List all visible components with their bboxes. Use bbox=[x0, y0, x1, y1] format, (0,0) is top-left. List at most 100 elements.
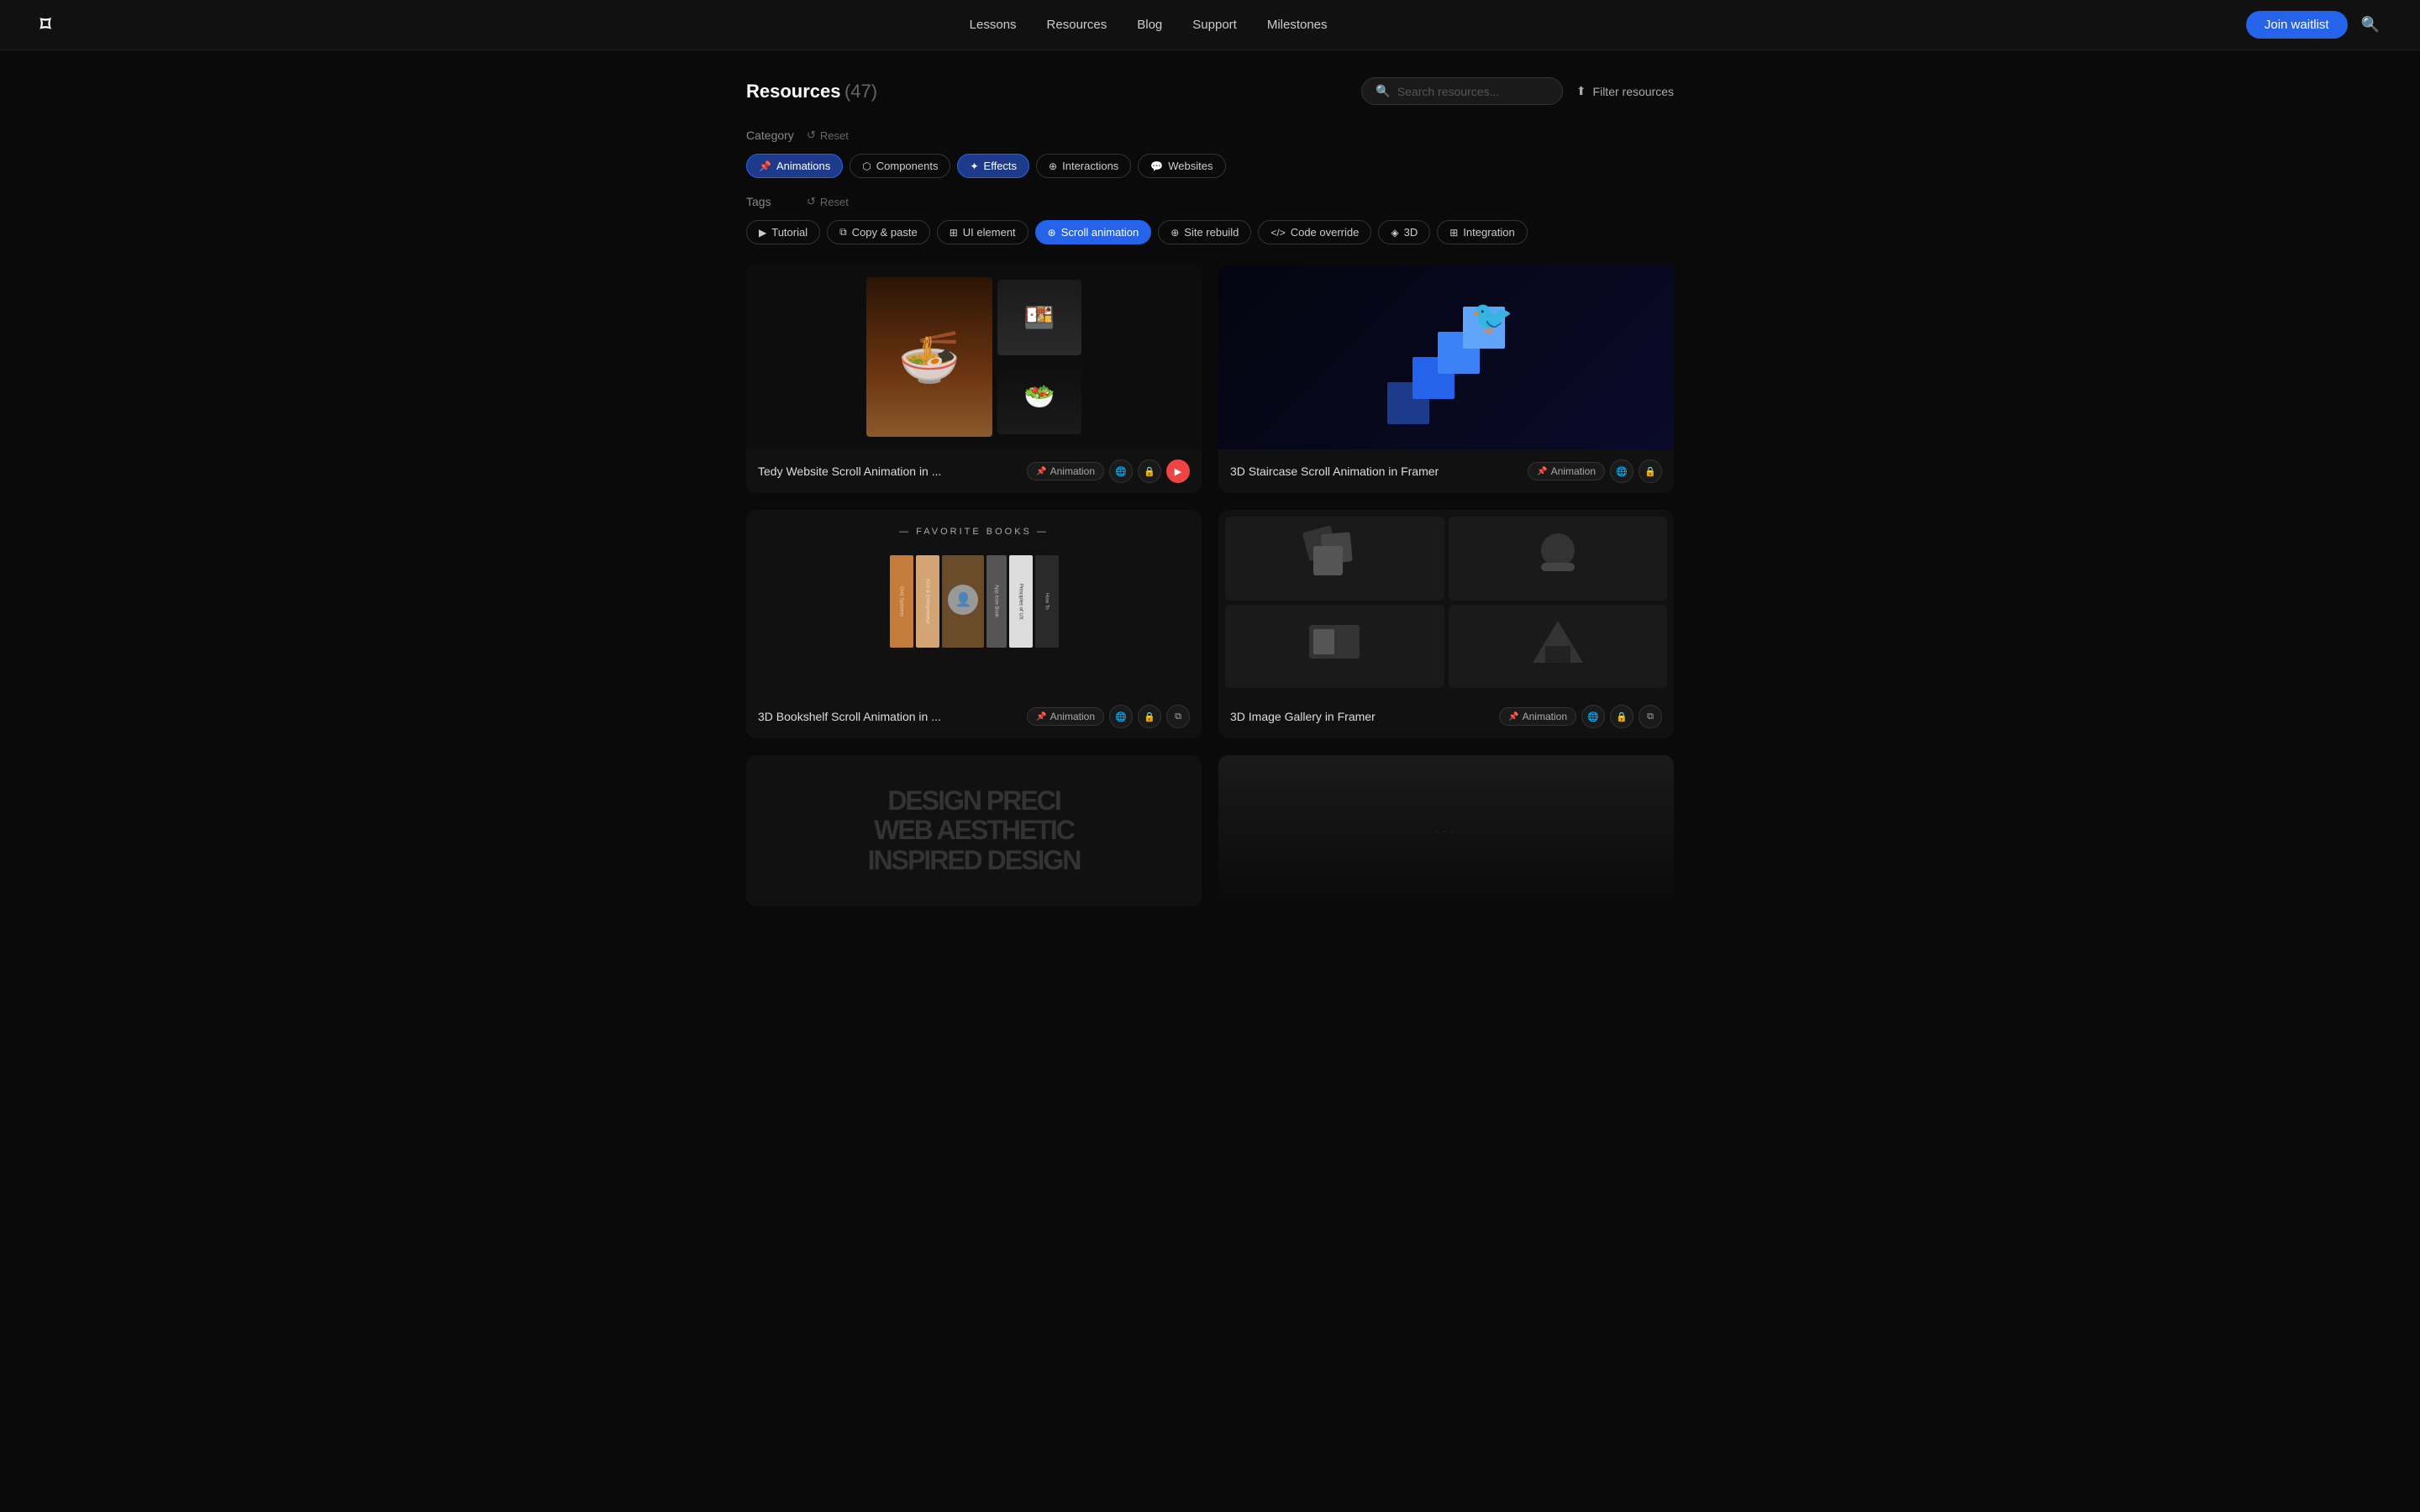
page-title: Resources (47) bbox=[746, 81, 877, 102]
header-row: Resources (47) 🔍 ⬆ Filter resources bbox=[746, 77, 1674, 105]
filter-icon: ⬆ bbox=[1576, 84, 1586, 98]
join-waitlist-button[interactable]: Join waitlist bbox=[2246, 11, 2348, 39]
nav-blog[interactable]: Blog bbox=[1137, 18, 1162, 32]
search-icon[interactable]: 🔍 bbox=[2361, 16, 2380, 34]
lock-button-staircase[interactable]: 🔒 bbox=[1639, 459, 1662, 483]
nav-right: Join waitlist 🔍 bbox=[2246, 11, 2380, 39]
badge-animation-tedy: 📌 Animation bbox=[1027, 462, 1104, 480]
reset-icon: ↺ bbox=[807, 129, 816, 142]
nav-resources[interactable]: Resources bbox=[1047, 18, 1107, 32]
card-thumb-tedy: 🍜 🍱 🥗 bbox=[746, 265, 1202, 449]
navbar: ⌑ Lessons Resources Blog Support Milesto… bbox=[0, 0, 2420, 50]
card-info-gallery: 3D Image Gallery in Framer 📌 Animation 🌐… bbox=[1218, 695, 1674, 738]
staircase-badge-icon: 📌 bbox=[1537, 467, 1547, 476]
card-badges-gallery: 📌 Animation 🌐 🔒 ⧉ bbox=[1499, 705, 1662, 728]
card-title-staircase: 3D Staircase Scroll Animation in Framer bbox=[1230, 465, 1439, 478]
chip-animations[interactable]: 📌 Animations bbox=[746, 154, 843, 178]
book-4: App Icon Book bbox=[986, 555, 1007, 648]
search-input[interactable] bbox=[1397, 85, 1549, 98]
card-thumb-design-text: DESIGN PRECIWEB AESTHETICINSPIRED DESIGN bbox=[746, 755, 1202, 906]
tutorial-icon: ▶ bbox=[759, 227, 766, 239]
resource-card-bookshelf[interactable]: — FAVORITE BOOKS — Grid Systems Kick & E… bbox=[746, 510, 1202, 738]
gallery-svg-2 bbox=[1524, 525, 1591, 592]
tedy-right-imgs: 🍱 🥗 bbox=[997, 280, 1081, 434]
search-box-icon: 🔍 bbox=[1376, 84, 1390, 98]
chip-3d[interactable]: ◈ 3D bbox=[1378, 220, 1430, 244]
copy-button-gallery[interactable]: ⧉ bbox=[1639, 705, 1662, 728]
nav-support[interactable]: Support bbox=[1192, 18, 1237, 32]
ui-element-icon: ⊞ bbox=[950, 227, 958, 239]
book-1: Grid Systems bbox=[890, 555, 913, 648]
scroll-animation-icon: ⊛ bbox=[1048, 227, 1056, 239]
resource-card-gallery[interactable]: 3D Image Gallery in Framer 📌 Animation 🌐… bbox=[1218, 510, 1674, 738]
card-thumb-bookshelf: — FAVORITE BOOKS — Grid Systems Kick & E… bbox=[746, 510, 1202, 695]
globe-button-bookshelf[interactable]: 🌐 bbox=[1109, 705, 1133, 728]
header-controls: 🔍 ⬆ Filter resources bbox=[1361, 77, 1674, 105]
lock-button-tedy[interactable]: 🔒 bbox=[1138, 459, 1161, 483]
resource-card-tedy[interactable]: 🍜 🍱 🥗 Tedy Website Scroll Animation in .… bbox=[746, 265, 1202, 493]
badge-animation-gallery: 📌 Animation bbox=[1499, 707, 1576, 726]
chip-scroll-animation[interactable]: ⊛ Scroll animation bbox=[1035, 220, 1152, 244]
card-thumb-dark-minimal: ··· bbox=[1218, 755, 1674, 906]
chip-tutorial[interactable]: ▶ Tutorial bbox=[746, 220, 820, 244]
books-row: Grid Systems Kick & Entrepreneur 👤 App I… bbox=[890, 547, 1059, 648]
gallery-item-3 bbox=[1225, 605, 1444, 689]
category-filter-row: Category ↺ Reset bbox=[746, 129, 1674, 142]
code-override-icon: </> bbox=[1270, 227, 1285, 239]
resource-card-design-text[interactable]: DESIGN PRECIWEB AESTHETICINSPIRED DESIGN bbox=[746, 755, 1202, 906]
resource-card-staircase[interactable]: 🐦 3D Staircase Scroll Animation in Frame… bbox=[1218, 265, 1674, 493]
tags-filter-row: Tags ↺ Reset bbox=[746, 195, 1674, 208]
chip-websites[interactable]: 💬 Websites bbox=[1138, 154, 1225, 178]
badge-animation-staircase: 📌 Animation bbox=[1528, 462, 1605, 480]
chip-interactions[interactable]: ⊕ Interactions bbox=[1036, 154, 1131, 178]
websites-chip-icon: 💬 bbox=[1150, 160, 1163, 172]
chip-copy-paste[interactable]: ⧉ Copy & paste bbox=[827, 220, 930, 244]
card-badges-bookshelf: 📌 Animation 🌐 🔒 ⧉ bbox=[1027, 705, 1190, 728]
category-label: Category bbox=[746, 129, 797, 142]
category-chips: 📌 Animations ⬡ Components ✦ Effects ⊕ In… bbox=[746, 154, 1674, 178]
copy-button-bookshelf[interactable]: ⧉ bbox=[1166, 705, 1190, 728]
bookshelf-header-text: — FAVORITE BOOKS — bbox=[899, 527, 1049, 537]
category-reset-button[interactable]: ↺ Reset bbox=[807, 129, 849, 142]
filter-resources-button[interactable]: ⬆ Filter resources bbox=[1576, 84, 1674, 98]
card-title-gallery: 3D Image Gallery in Framer bbox=[1230, 710, 1376, 723]
lock-button-bookshelf[interactable]: 🔒 bbox=[1138, 705, 1161, 728]
globe-button-gallery[interactable]: 🌐 bbox=[1581, 705, 1605, 728]
book-3: 👤 bbox=[942, 555, 984, 648]
animations-chip-icon: 📌 bbox=[759, 160, 771, 172]
tedy-img-bottom: 🥗 bbox=[997, 359, 1081, 434]
card-thumb-gallery bbox=[1218, 510, 1674, 695]
badge-animation-bookshelf: 📌 Animation bbox=[1027, 707, 1104, 726]
book-2: Kick & Entrepreneur bbox=[916, 555, 939, 648]
chip-ui-element[interactable]: ⊞ UI element bbox=[937, 220, 1028, 244]
main-content: Resources (47) 🔍 ⬆ Filter resources Cate… bbox=[706, 50, 1714, 933]
search-box[interactable]: 🔍 bbox=[1361, 77, 1562, 105]
globe-button-staircase[interactable]: 🌐 bbox=[1610, 459, 1634, 483]
bookshelf-visual: — FAVORITE BOOKS — Grid Systems Kick & E… bbox=[746, 510, 1202, 695]
gallery-item-1 bbox=[1225, 517, 1444, 601]
gallery-item-4 bbox=[1449, 605, 1668, 689]
gallery-svg-3 bbox=[1301, 612, 1368, 680]
nav-lessons[interactable]: Lessons bbox=[970, 18, 1017, 32]
card-info-tedy: Tedy Website Scroll Animation in ... 📌 A… bbox=[746, 449, 1202, 493]
gallery-svg-1 bbox=[1301, 525, 1368, 592]
card-info-bookshelf: 3D Bookshelf Scroll Animation in ... 📌 A… bbox=[746, 695, 1202, 738]
logo[interactable]: ⌑ bbox=[40, 13, 50, 37]
chip-code-override[interactable]: </> Code override bbox=[1258, 220, 1371, 244]
tags-filter-section: Tags ↺ Reset ▶ Tutorial ⧉ Copy & paste ⊞… bbox=[746, 195, 1674, 244]
tags-reset-button[interactable]: ↺ Reset bbox=[807, 195, 849, 208]
globe-button-tedy[interactable]: 🌐 bbox=[1109, 459, 1133, 483]
nav-milestones[interactable]: Milestones bbox=[1267, 18, 1328, 32]
chip-effects[interactable]: ✦ Effects bbox=[957, 154, 1029, 178]
chip-integration[interactable]: ⊞ Integration bbox=[1437, 220, 1528, 244]
components-chip-icon: ⬡ bbox=[862, 160, 871, 172]
resource-card-dark-minimal[interactable]: ··· bbox=[1218, 755, 1674, 906]
lock-button-gallery[interactable]: 🔒 bbox=[1610, 705, 1634, 728]
tags-reset-icon: ↺ bbox=[807, 195, 816, 208]
play-button-tedy[interactable]: ▶ bbox=[1166, 459, 1190, 483]
chip-components[interactable]: ⬡ Components bbox=[850, 154, 950, 178]
card-title-bookshelf: 3D Bookshelf Scroll Animation in ... bbox=[758, 710, 941, 723]
tags-chips: ▶ Tutorial ⧉ Copy & paste ⊞ UI element ⊛… bbox=[746, 220, 1674, 244]
thumb-inner-tedy: 🍜 🍱 🥗 bbox=[746, 265, 1202, 449]
chip-site-rebuild[interactable]: ⊕ Site rebuild bbox=[1158, 220, 1251, 244]
